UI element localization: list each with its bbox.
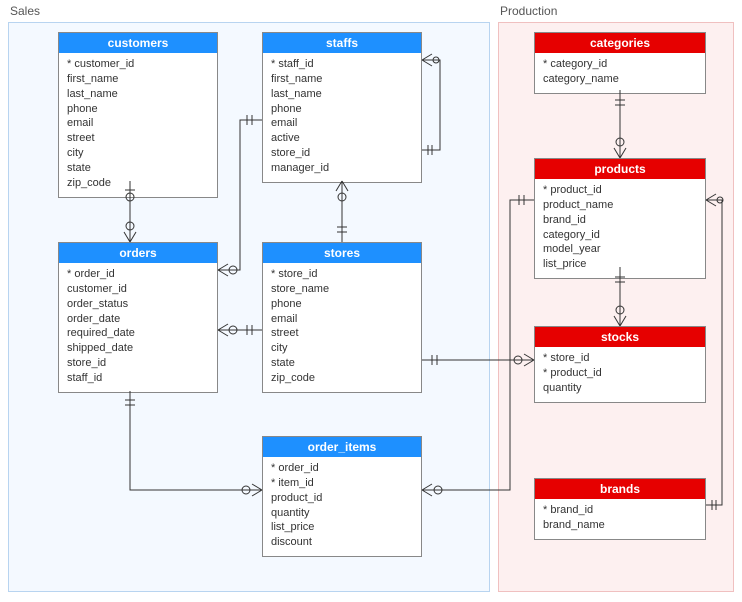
table-column: state (67, 161, 209, 176)
table-body: * order_idcustomer_idorder_statusorder_d… (59, 263, 217, 392)
table-column: email (67, 116, 209, 131)
table-column: * brand_id (543, 503, 697, 518)
table-column: order_date (67, 312, 209, 327)
table-column: store_id (271, 146, 413, 161)
table-column: first_name (67, 72, 209, 87)
table-body: * product_idproduct_namebrand_idcategory… (535, 179, 705, 278)
table-column: product_name (543, 198, 697, 213)
schema-label-sales: Sales (10, 4, 40, 18)
table-column: model_year (543, 242, 697, 257)
table-column: phone (271, 297, 413, 312)
table-column: list_price (271, 520, 413, 535)
table-body: * staff_idfirst_namelast_namephoneemaila… (263, 53, 421, 182)
table-column: order_status (67, 297, 209, 312)
table-column: street (271, 326, 413, 341)
table-column: zip_code (271, 371, 413, 386)
table-column: zip_code (67, 176, 209, 191)
table-column: street (67, 131, 209, 146)
table-orders: orders * order_idcustomer_idorder_status… (58, 242, 218, 393)
table-column: * item_id (271, 476, 413, 491)
table-column: * product_id (543, 183, 697, 198)
table-column: * store_id (271, 267, 413, 282)
table-column: * product_id (543, 366, 697, 381)
schema-label-production: Production (500, 4, 557, 18)
table-products: products * product_idproduct_namebrand_i… (534, 158, 706, 279)
table-body: * order_id* item_idproduct_idquantitylis… (263, 457, 421, 556)
table-staffs: staffs * staff_idfirst_namelast_namephon… (262, 32, 422, 183)
table-column: phone (271, 102, 413, 117)
table-column: category_id (543, 228, 697, 243)
table-column: * customer_id (67, 57, 209, 72)
table-column: required_date (67, 326, 209, 341)
table-column: email (271, 312, 413, 327)
table-order-items: order_items * order_id* item_idproduct_i… (262, 436, 422, 557)
table-column: * category_id (543, 57, 697, 72)
table-categories: categories * category_idcategory_name (534, 32, 706, 94)
table-header: categories (535, 33, 705, 53)
table-header: customers (59, 33, 217, 53)
table-column: state (271, 356, 413, 371)
table-column: active (271, 131, 413, 146)
table-column: manager_id (271, 161, 413, 176)
table-body: * store_id* product_idquantity (535, 347, 705, 402)
table-header: order_items (263, 437, 421, 457)
table-header: orders (59, 243, 217, 263)
table-header: stocks (535, 327, 705, 347)
table-body: * category_idcategory_name (535, 53, 705, 93)
table-column: category_name (543, 72, 697, 87)
table-column: city (67, 146, 209, 161)
table-column: shipped_date (67, 341, 209, 356)
table-column: discount (271, 535, 413, 550)
table-stocks: stocks * store_id* product_idquantity (534, 326, 706, 403)
table-customers: customers * customer_idfirst_namelast_na… (58, 32, 218, 198)
table-column: * staff_id (271, 57, 413, 72)
table-column: * store_id (543, 351, 697, 366)
table-body: * customer_idfirst_namelast_namephoneema… (59, 53, 217, 197)
table-column: brand_name (543, 518, 697, 533)
table-header: brands (535, 479, 705, 499)
table-column: quantity (543, 381, 697, 396)
table-column: staff_id (67, 371, 209, 386)
table-column: store_id (67, 356, 209, 371)
table-body: * brand_idbrand_name (535, 499, 705, 539)
table-header: products (535, 159, 705, 179)
table-column: last_name (67, 87, 209, 102)
table-brands: brands * brand_idbrand_name (534, 478, 706, 540)
table-column: first_name (271, 72, 413, 87)
table-column: city (271, 341, 413, 356)
table-body: * store_idstore_namephoneemailstreetcity… (263, 263, 421, 392)
table-column: * order_id (271, 461, 413, 476)
table-column: quantity (271, 506, 413, 521)
table-column: brand_id (543, 213, 697, 228)
table-column: email (271, 116, 413, 131)
table-column: customer_id (67, 282, 209, 297)
table-header: stores (263, 243, 421, 263)
table-column: product_id (271, 491, 413, 506)
table-column: store_name (271, 282, 413, 297)
table-column: last_name (271, 87, 413, 102)
table-header: staffs (263, 33, 421, 53)
table-column: phone (67, 102, 209, 117)
table-column: list_price (543, 257, 697, 272)
table-stores: stores * store_idstore_namephoneemailstr… (262, 242, 422, 393)
table-column: * order_id (67, 267, 209, 282)
